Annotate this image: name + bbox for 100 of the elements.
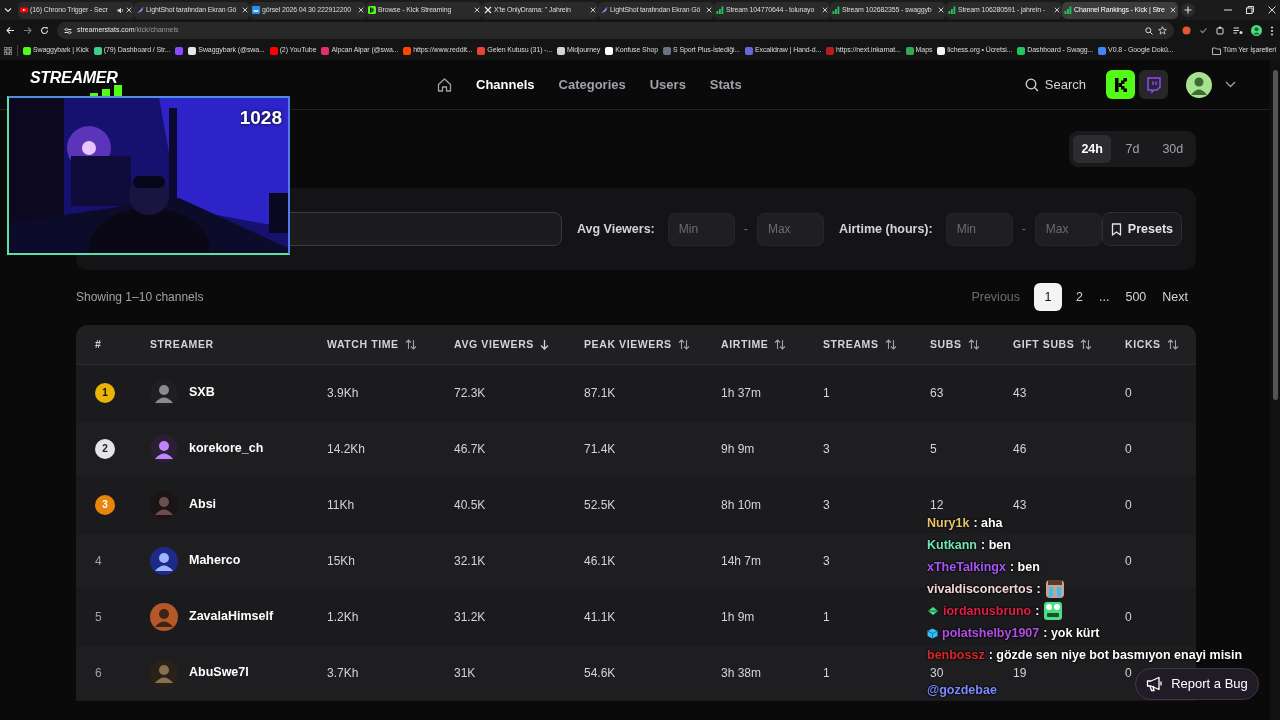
streamer-name[interactable]: ZavalaHimself [189,607,274,626]
table-cell: 8h 10m [721,497,762,512]
play-icon [20,6,28,14]
site-settings-icon[interactable] [64,26,72,35]
home-icon[interactable] [437,77,452,92]
nav-link[interactable]: Categories [558,74,626,95]
close-icon[interactable] [1054,7,1060,13]
column-header[interactable]: STREAMS [823,336,879,353]
menu-icon[interactable] [1270,25,1274,36]
chat-username[interactable]: Kutkann [927,535,977,555]
period-tab[interactable]: 7d [1113,135,1152,163]
column-header[interactable]: AVG VIEWERS [454,336,534,353]
media-icon[interactable] [1233,26,1243,35]
number-field[interactable]: Max [1034,212,1102,246]
sort-icon[interactable] [1166,339,1179,350]
chat-message: : [1036,580,1041,598]
reload-icon[interactable] [40,26,49,35]
nav-link[interactable]: Channels [476,74,535,95]
close-icon[interactable] [474,7,480,13]
table-cell: 1 [823,665,830,680]
speaker-icon[interactable] [117,6,124,14]
table-cell: 0 [1125,441,1132,456]
user-avatar[interactable] [1186,71,1212,98]
search-icon[interactable] [1024,77,1039,92]
close-icon[interactable] [706,7,712,13]
number-field[interactable]: Min [945,212,1013,246]
presets-button[interactable]: Presets [1101,212,1182,246]
chevron-down-icon[interactable] [1225,81,1236,88]
period-tab[interactable]: 24h [1073,135,1112,163]
pagination-ellipsis: ... [1098,289,1111,306]
table-cell: 30 [930,665,944,680]
page-button[interactable]: 500 [1117,283,1155,311]
close-icon[interactable] [938,7,944,13]
column-header[interactable]: SUBS [930,336,962,353]
close-icon[interactable] [1268,6,1276,14]
close-icon[interactable] [242,7,248,13]
platform-toggle[interactable] [1139,70,1168,99]
column-header[interactable]: WATCH TIME [327,336,399,353]
column-header[interactable]: STREAMER [150,336,214,353]
period-tab[interactable]: 30d [1153,135,1192,163]
sort-icon[interactable] [404,339,417,350]
sort-icon[interactable] [884,339,897,350]
table-cell: 71.4K [584,441,616,456]
column-header[interactable]: # [95,336,102,353]
star-icon[interactable] [1158,26,1167,35]
page-button[interactable]: 1 [1034,283,1063,311]
column-header[interactable]: GIFT SUBS [1013,336,1075,353]
table-cell: 3.7Kh [327,665,359,680]
avatar[interactable] [150,546,178,575]
forward-icon[interactable] [23,26,32,35]
sort-icon[interactable] [774,339,787,350]
streamer-name[interactable]: Absi [189,495,217,514]
puzzle-icon[interactable] [1216,26,1225,35]
column-header[interactable]: PEAK VIEWERS [584,336,672,353]
close-icon[interactable] [126,7,132,13]
avatar[interactable] [150,602,178,631]
next-button[interactable]: Next [1154,283,1196,311]
table-cell: 15Kh [327,553,356,568]
back-icon[interactable] [6,26,15,35]
new-tab-icon[interactable] [1181,3,1195,17]
bar-chart-icon [832,6,840,14]
close-icon[interactable] [822,7,828,13]
sort-icon[interactable] [1080,339,1093,350]
sort-descending-icon[interactable] [539,339,549,350]
site-logo[interactable]: STREAMER [30,70,130,85]
report-bug-button[interactable]: Report a Bug [1135,668,1259,700]
minimize-icon[interactable] [1224,6,1232,14]
close-icon[interactable] [358,7,364,13]
close-icon[interactable] [590,7,596,13]
streamer-name[interactable]: Maherco [189,551,241,570]
bookmark-icon[interactable] [175,46,184,55]
column-header[interactable]: KICKS [1125,336,1161,353]
sort-icon[interactable] [677,339,690,350]
tab-search-icon[interactable] [4,6,12,14]
table-cell: 3.9Kh [327,385,359,400]
avatar[interactable] [150,658,178,687]
zoom-icon[interactable] [1145,26,1153,35]
profile-avatar[interactable] [1251,25,1262,36]
chat-username[interactable]: xTheTalkingx [927,557,1006,577]
column-header[interactable]: AIRTIME [721,336,769,353]
chat-username[interactable]: iordanusbruno [943,601,1032,621]
search-button[interactable]: Search [1024,74,1086,95]
streamer-name[interactable]: korekore_ch [189,439,264,458]
page-button[interactable]: 2 [1068,283,1091,311]
number-field[interactable]: Min [667,212,735,246]
nav-link[interactable]: Stats [709,74,742,95]
scrollbar[interactable] [1270,60,1280,720]
chat-username[interactable]: vivaldisconcertos [927,579,1033,599]
nav-link[interactable]: Users [649,74,686,95]
chat-username[interactable]: polatshelby1907 [942,623,1040,643]
chat-username[interactable]: Nury1k [927,513,970,533]
avatar[interactable] [150,434,178,463]
number-field[interactable]: Max [756,212,824,246]
close-icon[interactable] [1170,7,1176,13]
streamer-name[interactable]: AbuSwe7l [189,663,249,682]
restore-icon[interactable] [1246,6,1254,14]
sort-icon[interactable] [967,339,980,350]
platform-toggle[interactable] [1106,70,1135,99]
apps-icon[interactable] [4,46,12,55]
streamer-name[interactable]: SXB [189,383,215,402]
